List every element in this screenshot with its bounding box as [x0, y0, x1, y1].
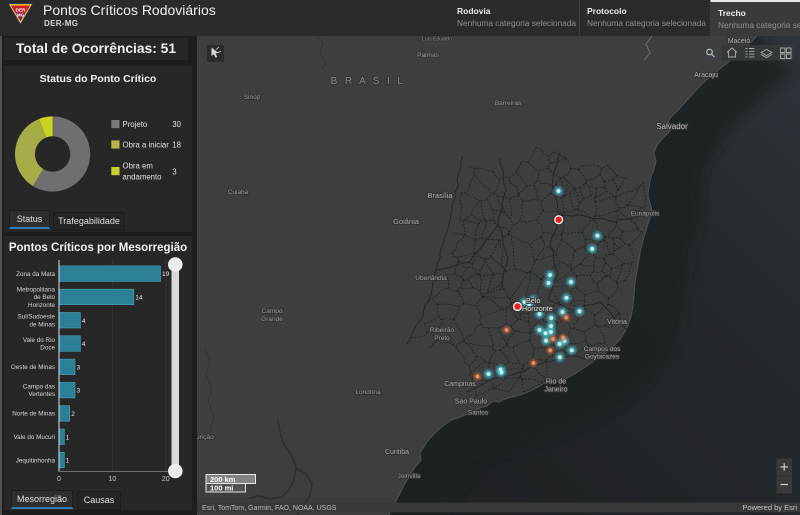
- svg-text:Rio de: Rio de: [546, 379, 566, 386]
- svg-text:DER: DER: [16, 7, 26, 12]
- svg-text:Eunápolis: Eunápolis: [631, 211, 660, 218]
- svg-text:Ribeirão: Ribeirão: [430, 327, 455, 334]
- svg-text:4: 4: [82, 341, 86, 348]
- svg-text:Grande: Grande: [261, 316, 283, 323]
- svg-text:Metropolitana: Metropolitana: [17, 286, 56, 293]
- svg-text:Powered by Esri: Powered by Esri: [742, 503, 797, 512]
- svg-text:Vale do Rio: Vale do Rio: [23, 337, 56, 344]
- svg-text:Obra em: Obra em: [123, 162, 153, 171]
- svg-text:0: 0: [57, 476, 61, 483]
- svg-text:Doce: Doce: [40, 345, 55, 352]
- svg-text:Maceió: Maceió: [728, 38, 751, 45]
- svg-text:3: 3: [77, 364, 81, 371]
- svg-text:Goiânia: Goiânia: [393, 217, 420, 226]
- svg-text:3: 3: [77, 388, 81, 395]
- svg-text:Zona da Mata: Zona da Mata: [16, 271, 55, 278]
- svg-text:Aracaju: Aracaju: [694, 72, 718, 79]
- svg-text:de Minas: de Minas: [29, 321, 55, 328]
- svg-text:30: 30: [172, 120, 181, 129]
- svg-text:Projeto: Projeto: [123, 120, 148, 129]
- svg-text:Palmas: Palmas: [417, 52, 439, 59]
- svg-text:1: 1: [66, 458, 70, 465]
- svg-text:Status do Ponto Crítico: Status do Ponto Crítico: [40, 73, 157, 85]
- svg-text:Salvador: Salvador: [656, 122, 688, 131]
- svg-text:Obra a iniciar: Obra a iniciar: [123, 141, 170, 150]
- svg-text:Campo: Campo: [262, 308, 283, 315]
- svg-text:Vitória: Vitória: [607, 319, 627, 326]
- svg-text:Horizonte: Horizonte: [522, 304, 553, 313]
- svg-text:4: 4: [82, 318, 86, 325]
- svg-text:Campos dos: Campos dos: [584, 346, 621, 353]
- svg-text:3: 3: [172, 168, 176, 177]
- svg-text:Uberlândia: Uberlândia: [415, 275, 447, 282]
- svg-text:Sao Paulo: Sao Paulo: [455, 399, 487, 406]
- svg-text:Campo das: Campo das: [23, 383, 55, 390]
- svg-text:Horizonte: Horizonte: [28, 302, 55, 309]
- svg-text:18: 18: [172, 141, 181, 150]
- svg-text:Sul/Sudoeste: Sul/Sudoeste: [18, 314, 56, 321]
- svg-text:Janeiro: Janeiro: [545, 387, 568, 394]
- svg-text:20: 20: [162, 476, 170, 483]
- svg-text:100 mi: 100 mi: [210, 484, 233, 493]
- svg-text:Barreiras: Barreiras: [495, 100, 522, 107]
- svg-text:14: 14: [135, 294, 143, 301]
- svg-text:1: 1: [66, 434, 70, 441]
- svg-text:Vertentes: Vertentes: [28, 391, 55, 398]
- svg-text:Joinville: Joinville: [397, 473, 421, 480]
- svg-text:Sinop: Sinop: [244, 94, 261, 101]
- svg-text:Pontos Críticos por Mesorregiã: Pontos Críticos por Mesorregião: [9, 242, 187, 254]
- svg-text:Brasília: Brasília: [427, 191, 453, 200]
- svg-text:MG: MG: [17, 13, 25, 18]
- svg-text:Curitiba: Curitiba: [385, 449, 409, 456]
- svg-text:Oeste de Minas: Oeste de Minas: [11, 364, 55, 371]
- svg-text:Esri, TomTom, Garmin, FAO, NOA: Esri, TomTom, Garmin, FAO, NOAA, USGS: [202, 505, 337, 512]
- svg-text:Norte de Minas: Norte de Minas: [12, 411, 55, 418]
- svg-text:de Belo: de Belo: [34, 294, 56, 301]
- svg-text:Jequitinhonha: Jequitinhonha: [16, 457, 56, 464]
- svg-text:Luís Eduardo: Luís Eduardo: [422, 37, 452, 43]
- svg-text:Santos: Santos: [468, 410, 489, 417]
- svg-text:B R A S I L: B R A S I L: [331, 76, 406, 87]
- svg-text:Londrina: Londrina: [355, 389, 381, 396]
- svg-text:Preto: Preto: [434, 335, 450, 342]
- svg-text:Goytacazes: Goytacazes: [585, 354, 620, 361]
- svg-text:Cuiabá: Cuiabá: [228, 189, 249, 196]
- svg-text:2: 2: [71, 411, 75, 418]
- svg-text:unção: unção: [197, 434, 214, 441]
- svg-text:andamento: andamento: [123, 173, 163, 182]
- svg-text:Campinas: Campinas: [444, 381, 476, 388]
- svg-text:10: 10: [109, 476, 117, 483]
- svg-text:19: 19: [162, 271, 170, 278]
- svg-text:Vale do Mucuri: Vale do Mucuri: [13, 434, 55, 441]
